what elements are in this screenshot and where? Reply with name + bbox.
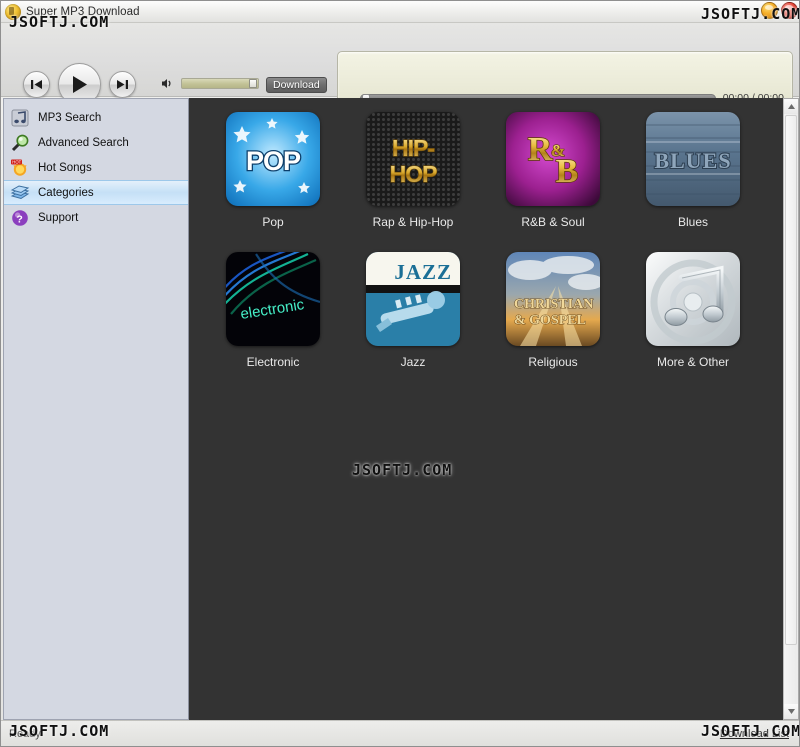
- jazz-artwork: JAZZ: [366, 252, 460, 346]
- svg-text:HOP: HOP: [390, 161, 438, 187]
- category-tile-electronic[interactable]: electronic Electronic: [203, 252, 343, 392]
- sidebar-item-label: Advanced Search: [38, 136, 129, 149]
- body-area: MP3 Search Advanced Search HOT Hot Songs…: [3, 98, 799, 720]
- svg-text:JAZZ: JAZZ: [394, 260, 452, 284]
- question-ball-icon: ?: [10, 208, 30, 228]
- volume-slider[interactable]: [181, 78, 259, 89]
- sidebar-item-mp3-search[interactable]: MP3 Search: [4, 105, 188, 130]
- previous-button[interactable]: [23, 71, 50, 98]
- electronic-artwork: electronic: [226, 252, 320, 346]
- app-icon: [5, 3, 21, 20]
- previous-icon: [31, 80, 42, 89]
- svg-text:BLUES: BLUES: [654, 148, 731, 173]
- status-bar: Ready Download List: [1, 720, 799, 746]
- svg-text:& GOSPEL: & GOSPEL: [514, 313, 586, 328]
- application-window: Super MP3 Download Download MP3 Search A…: [0, 0, 800, 747]
- sidebar-item-label: Hot Songs: [38, 161, 92, 174]
- category-label: Blues: [677, 215, 709, 229]
- window-title: Super MP3 Download: [26, 5, 140, 18]
- more-artwork: [646, 252, 740, 346]
- download-list-link[interactable]: Download List: [720, 728, 789, 740]
- category-label: Electronic: [246, 355, 300, 369]
- category-tile-jazz[interactable]: JAZZ Jazz: [343, 252, 483, 392]
- next-button[interactable]: [109, 71, 136, 98]
- category-label: Jazz: [400, 355, 426, 369]
- svg-text:R: R: [528, 131, 553, 168]
- category-tile-blues[interactable]: BLUES Blues: [623, 112, 763, 252]
- play-icon: [72, 76, 87, 93]
- books-icon: [10, 183, 30, 203]
- categories-content: POP Pop HIP- HOP Rap & Hip-Hop R & B R&B…: [189, 98, 783, 720]
- chevron-up-icon: [787, 104, 795, 109]
- rnb-artwork: R & B: [506, 112, 600, 206]
- sidebar-item-hot-songs[interactable]: HOT Hot Songs: [4, 155, 188, 180]
- volume-slider-handle[interactable]: [249, 79, 257, 88]
- sidebar-item-support[interactable]: ? Support: [4, 205, 188, 230]
- scroll-down-arrow[interactable]: [784, 704, 798, 719]
- svg-text:CHRISTIAN: CHRISTIAN: [514, 297, 593, 312]
- category-label: R&B & Soul: [521, 215, 585, 229]
- sidebar-item-label: MP3 Search: [38, 111, 102, 124]
- svg-text:?: ?: [16, 213, 22, 225]
- sidebar-item-label: Categories: [38, 186, 94, 199]
- category-label: Pop: [262, 215, 284, 229]
- svg-text:HOT: HOT: [12, 159, 21, 164]
- sidebar-item-categories[interactable]: Categories: [4, 180, 188, 205]
- status-text: Ready: [9, 728, 41, 740]
- hiphop-artwork: HIP- HOP: [366, 112, 460, 206]
- magnifier-icon: [10, 133, 30, 153]
- volume-control: [161, 77, 259, 90]
- category-label: More & Other: [656, 355, 730, 369]
- svg-text:B: B: [556, 153, 579, 190]
- category-tile-more-other[interactable]: More & Other: [623, 252, 763, 392]
- player-toolbar: Download 00:00 / 00:00: [1, 23, 799, 113]
- music-note-icon: [10, 108, 30, 128]
- categories-grid: POP Pop HIP- HOP Rap & Hip-Hop R & B R&B…: [203, 112, 763, 392]
- sidebar-item-advanced-search[interactable]: Advanced Search: [4, 130, 188, 155]
- close-button[interactable]: [781, 2, 798, 19]
- category-tile-rap-hip-hop[interactable]: HIP- HOP Rap & Hip-Hop: [343, 112, 483, 252]
- category-tile-rnb-soul[interactable]: R & B R&B & Soul: [483, 112, 623, 252]
- window-controls: [761, 2, 798, 19]
- watermark-content: JSOFTJ.COM: [352, 461, 453, 479]
- sidebar-item-label: Support: [38, 211, 79, 224]
- category-tile-religious[interactable]: CHRISTIAN & GOSPEL Religious: [483, 252, 623, 392]
- download-button[interactable]: Download: [266, 77, 327, 93]
- content-scrollbar[interactable]: [783, 98, 799, 720]
- religious-artwork: CHRISTIAN & GOSPEL: [506, 252, 600, 346]
- sidebar: MP3 Search Advanced Search HOT Hot Songs…: [3, 98, 189, 720]
- minimize-button[interactable]: [761, 2, 778, 19]
- svg-text:HIP-: HIP-: [392, 135, 434, 161]
- scrollbar-thumb[interactable]: [785, 115, 797, 645]
- scroll-up-arrow[interactable]: [784, 99, 798, 114]
- next-icon: [117, 80, 128, 89]
- category-label: Religious: [528, 355, 578, 369]
- blues-artwork: BLUES: [646, 112, 740, 206]
- chevron-down-icon: [787, 709, 795, 714]
- hot-sun-icon: HOT: [10, 158, 30, 178]
- title-bar: Super MP3 Download: [1, 1, 799, 23]
- speaker-icon[interactable]: [161, 77, 174, 90]
- category-label: Rap & Hip-Hop: [372, 215, 454, 229]
- category-tile-pop[interactable]: POP Pop: [203, 112, 343, 252]
- pop-artwork: POP: [226, 112, 320, 206]
- svg-text:POP: POP: [246, 146, 301, 176]
